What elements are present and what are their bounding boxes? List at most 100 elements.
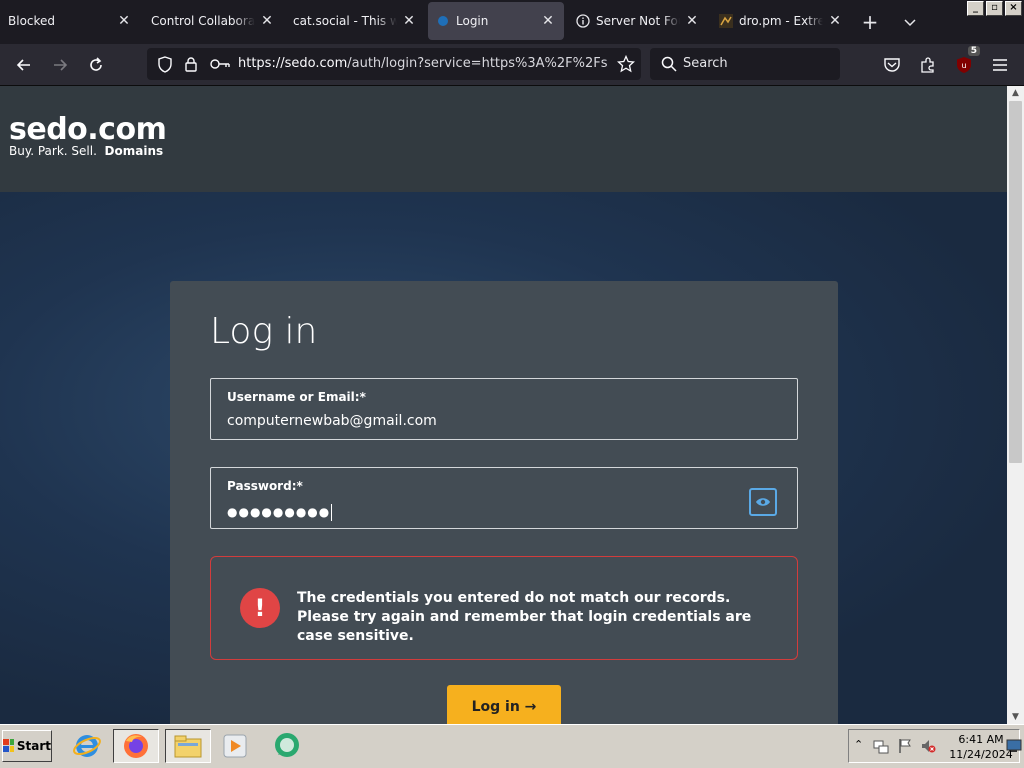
tagline-domains: Domains xyxy=(104,144,164,158)
login-submit-button[interactable]: Log in → xyxy=(447,685,561,724)
chat-bubble-icon xyxy=(275,733,299,757)
ublock-button[interactable]: u 5 xyxy=(951,46,980,78)
ublock-shield-icon: u xyxy=(957,57,971,73)
info-icon xyxy=(576,14,590,28)
close-window-button[interactable]: × xyxy=(1005,1,1022,16)
tab-blocked[interactable]: Blocked ✕ xyxy=(0,2,140,40)
pocket-button[interactable] xyxy=(879,52,905,78)
reload-button[interactable] xyxy=(83,52,109,78)
page-viewport: sedo.com Buy. Park. Sell. Domains Log in… xyxy=(0,86,1007,724)
show-hidden-icons-chevron-icon[interactable]: ⌃ xyxy=(854,738,863,751)
minimize-button[interactable]: _ xyxy=(967,1,984,16)
scroll-down-arrow-icon[interactable]: ▼ xyxy=(1007,710,1024,724)
close-tab-icon[interactable]: ✕ xyxy=(684,13,700,29)
username-field[interactable]: Username or Email:* computernewbab@gmail… xyxy=(210,378,798,440)
puzzle-icon xyxy=(921,57,934,73)
password-input[interactable]: ●●●●●●●●● xyxy=(227,504,333,521)
window-controls: _ ▫ × xyxy=(967,1,1022,16)
pocket-icon xyxy=(884,58,900,72)
url-path: /auth/login?service=https%3A%2F%2Fsedo.c… xyxy=(347,56,608,71)
tab-dro-pm[interactable]: dro.pm - Extreme ✕ xyxy=(711,2,851,40)
close-tab-icon[interactable]: ✕ xyxy=(540,13,556,29)
lock-icon[interactable] xyxy=(184,56,198,72)
sedo-favicon-icon xyxy=(436,14,450,28)
tab-control-collaborative[interactable]: Control Collaborative ✕ xyxy=(143,2,283,40)
login-title: Log in xyxy=(210,311,318,352)
page-scrollbar[interactable]: ▲ ▼ xyxy=(1007,86,1024,724)
messenger-launcher[interactable] xyxy=(270,729,304,763)
reload-icon xyxy=(90,57,102,71)
tab-server-not-found[interactable]: Server Not Found ✕ xyxy=(568,2,708,40)
chevron-down-icon xyxy=(904,19,916,27)
tab-title: Blocked xyxy=(8,14,56,28)
network-icon[interactable] xyxy=(873,739,889,755)
username-input[interactable]: computernewbab@gmail.com xyxy=(227,413,437,429)
file-explorer-taskbar-button[interactable] xyxy=(165,729,211,763)
search-icon xyxy=(661,56,677,72)
scroll-thumb[interactable] xyxy=(1009,101,1022,463)
tab-title: Server Not Found xyxy=(596,14,680,28)
error-exclamation-icon: ! xyxy=(240,588,280,628)
shield-icon[interactable] xyxy=(157,56,173,73)
media-player-launcher[interactable] xyxy=(218,729,252,763)
media-player-icon xyxy=(223,734,247,758)
site-header: sedo.com Buy. Park. Sell. Domains xyxy=(0,86,1007,192)
tab-title: Login xyxy=(456,14,489,28)
password-label: Password:* xyxy=(227,479,303,493)
close-tab-icon[interactable]: ✕ xyxy=(259,13,275,29)
key-icon[interactable] xyxy=(210,57,230,71)
error-message: The credentials you entered do not match… xyxy=(297,590,752,644)
extensions-button[interactable] xyxy=(915,52,941,78)
tab-title: dro.pm - Extreme xyxy=(739,14,823,28)
text-caret xyxy=(331,504,333,521)
password-field[interactable]: Password:* ●●●●●●●●● xyxy=(210,467,798,529)
hamburger-menu-icon xyxy=(993,59,1007,71)
arrow-left-icon xyxy=(16,59,30,71)
dro-pm-favicon-icon xyxy=(719,14,733,28)
windows-taskbar: Start ⌃ 6:41 AM 11/24/2024 xyxy=(0,724,1024,768)
firefox-taskbar-button[interactable] xyxy=(113,729,159,763)
tab-title: cat.social - This website xyxy=(293,14,397,28)
username-label: Username or Email:* xyxy=(227,390,366,404)
start-label: Start xyxy=(16,739,51,753)
url-bar[interactable]: https://sedo.com/auth/login?service=http… xyxy=(147,48,641,80)
firefox-icon xyxy=(124,734,148,758)
url-text[interactable]: https://sedo.com/auth/login?service=http… xyxy=(238,56,608,71)
show-desktop-icon[interactable] xyxy=(1006,739,1022,753)
extension-badge: 5 xyxy=(967,46,980,56)
tab-strip: Blocked ✕ Control Collaborative ✕ cat.so… xyxy=(0,0,1024,44)
volume-muted-icon[interactable] xyxy=(920,738,936,754)
windows-logo-icon xyxy=(3,739,14,752)
eye-icon xyxy=(756,498,770,506)
action-center-flag-icon[interactable] xyxy=(897,738,913,754)
internet-explorer-launcher[interactable] xyxy=(70,729,104,763)
app-menu-button[interactable] xyxy=(987,52,1013,78)
back-button[interactable] xyxy=(11,52,37,78)
scroll-up-arrow-icon[interactable]: ▲ xyxy=(1007,86,1024,100)
start-button[interactable]: Start xyxy=(2,730,52,762)
folder-icon xyxy=(174,735,202,758)
restore-button[interactable]: ▫ xyxy=(986,1,1003,16)
password-mask: ●●●●●●●●● xyxy=(227,505,331,519)
search-placeholder: Search xyxy=(683,56,728,71)
close-tab-icon[interactable]: ✕ xyxy=(401,13,417,29)
tab-login[interactable]: Login ✕ xyxy=(428,2,564,40)
tab-cat-social[interactable]: cat.social - This website ✕ xyxy=(285,2,425,40)
close-tab-icon[interactable]: ✕ xyxy=(827,13,843,29)
list-all-tabs-button[interactable] xyxy=(899,12,921,32)
bookmark-star-icon[interactable] xyxy=(617,55,635,73)
logo-wordmark: sedo.com xyxy=(9,112,167,147)
tagline-text: Buy. Park. Sell. xyxy=(9,144,97,158)
arrow-right-icon xyxy=(54,59,68,71)
logo-tagline: Buy. Park. Sell. Domains xyxy=(9,144,166,158)
login-card: Log in Username or Email:* computernewba… xyxy=(170,281,838,724)
navigation-toolbar: https://sedo.com/auth/login?service=http… xyxy=(0,44,1024,86)
new-tab-button[interactable]: + xyxy=(858,10,882,34)
sedo-logo[interactable]: sedo.com Buy. Park. Sell. Domains xyxy=(9,112,167,159)
forward-button[interactable] xyxy=(47,52,73,78)
show-password-button[interactable] xyxy=(749,488,777,516)
url-host: https://sedo.com xyxy=(238,56,348,71)
close-tab-icon[interactable]: ✕ xyxy=(116,13,132,29)
search-bar[interactable]: Search xyxy=(650,48,840,80)
tab-title: Control Collaborative xyxy=(151,14,255,28)
